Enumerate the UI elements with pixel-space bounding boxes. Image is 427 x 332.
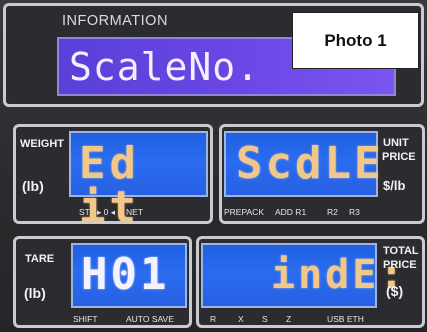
tare-label: TARE bbox=[25, 253, 55, 265]
total-price-display: indE: bbox=[201, 243, 403, 308]
unit-price-indicator-r2: R2 bbox=[327, 207, 338, 217]
weight-display: Ed it bbox=[69, 131, 208, 230]
tare-indicator-auto-save: AUTO SAVE bbox=[126, 314, 174, 324]
tare-indicator-shift: SHIFT bbox=[73, 314, 98, 324]
information-title: INFORMATION bbox=[62, 13, 168, 29]
total-price-label-line2: PRICE bbox=[383, 259, 417, 271]
unit-price-indicator-add-r1: ADD R1 bbox=[275, 207, 307, 217]
weight-indicator-zero: ▸ 0 ◂ bbox=[97, 207, 115, 217]
tare-display-value: H01 bbox=[81, 249, 170, 300]
total-price-unit: ($) bbox=[386, 283, 404, 299]
weight-label: WEIGHT bbox=[20, 138, 64, 150]
total-price-indicator-s: S bbox=[262, 314, 268, 324]
total-price-label-line1: TOTAL bbox=[383, 245, 419, 257]
unit-price-label-line1: UNIT bbox=[383, 137, 409, 149]
unit-price-indicator-prepack: PREPACK bbox=[224, 207, 264, 217]
unit-price-display: ScdLE bbox=[224, 131, 380, 197]
unit-price-display-value: ScdLE bbox=[236, 138, 384, 189]
total-price-indicator-x: X bbox=[238, 314, 244, 324]
weight-indicator-net: NET bbox=[126, 207, 143, 217]
unit-price-unit: $/lb bbox=[383, 178, 406, 193]
total-price-indicator-r: R bbox=[210, 314, 217, 324]
photo-label: Photo 1 bbox=[292, 12, 419, 69]
unit-price-indicator-r3: R3 bbox=[349, 207, 360, 217]
total-price-indicator-usb-eth: USB ETH bbox=[327, 314, 364, 324]
total-price-indicator-z: Z bbox=[286, 314, 292, 324]
tare-display: H01 bbox=[71, 243, 187, 308]
unit-price-label-line2: PRICE bbox=[382, 151, 416, 163]
weight-unit: (lb) bbox=[22, 178, 44, 194]
information-display-text: ScaleNo. bbox=[69, 45, 261, 89]
tare-unit: (lb) bbox=[24, 285, 46, 301]
weight-indicator-st: ST bbox=[79, 207, 90, 217]
